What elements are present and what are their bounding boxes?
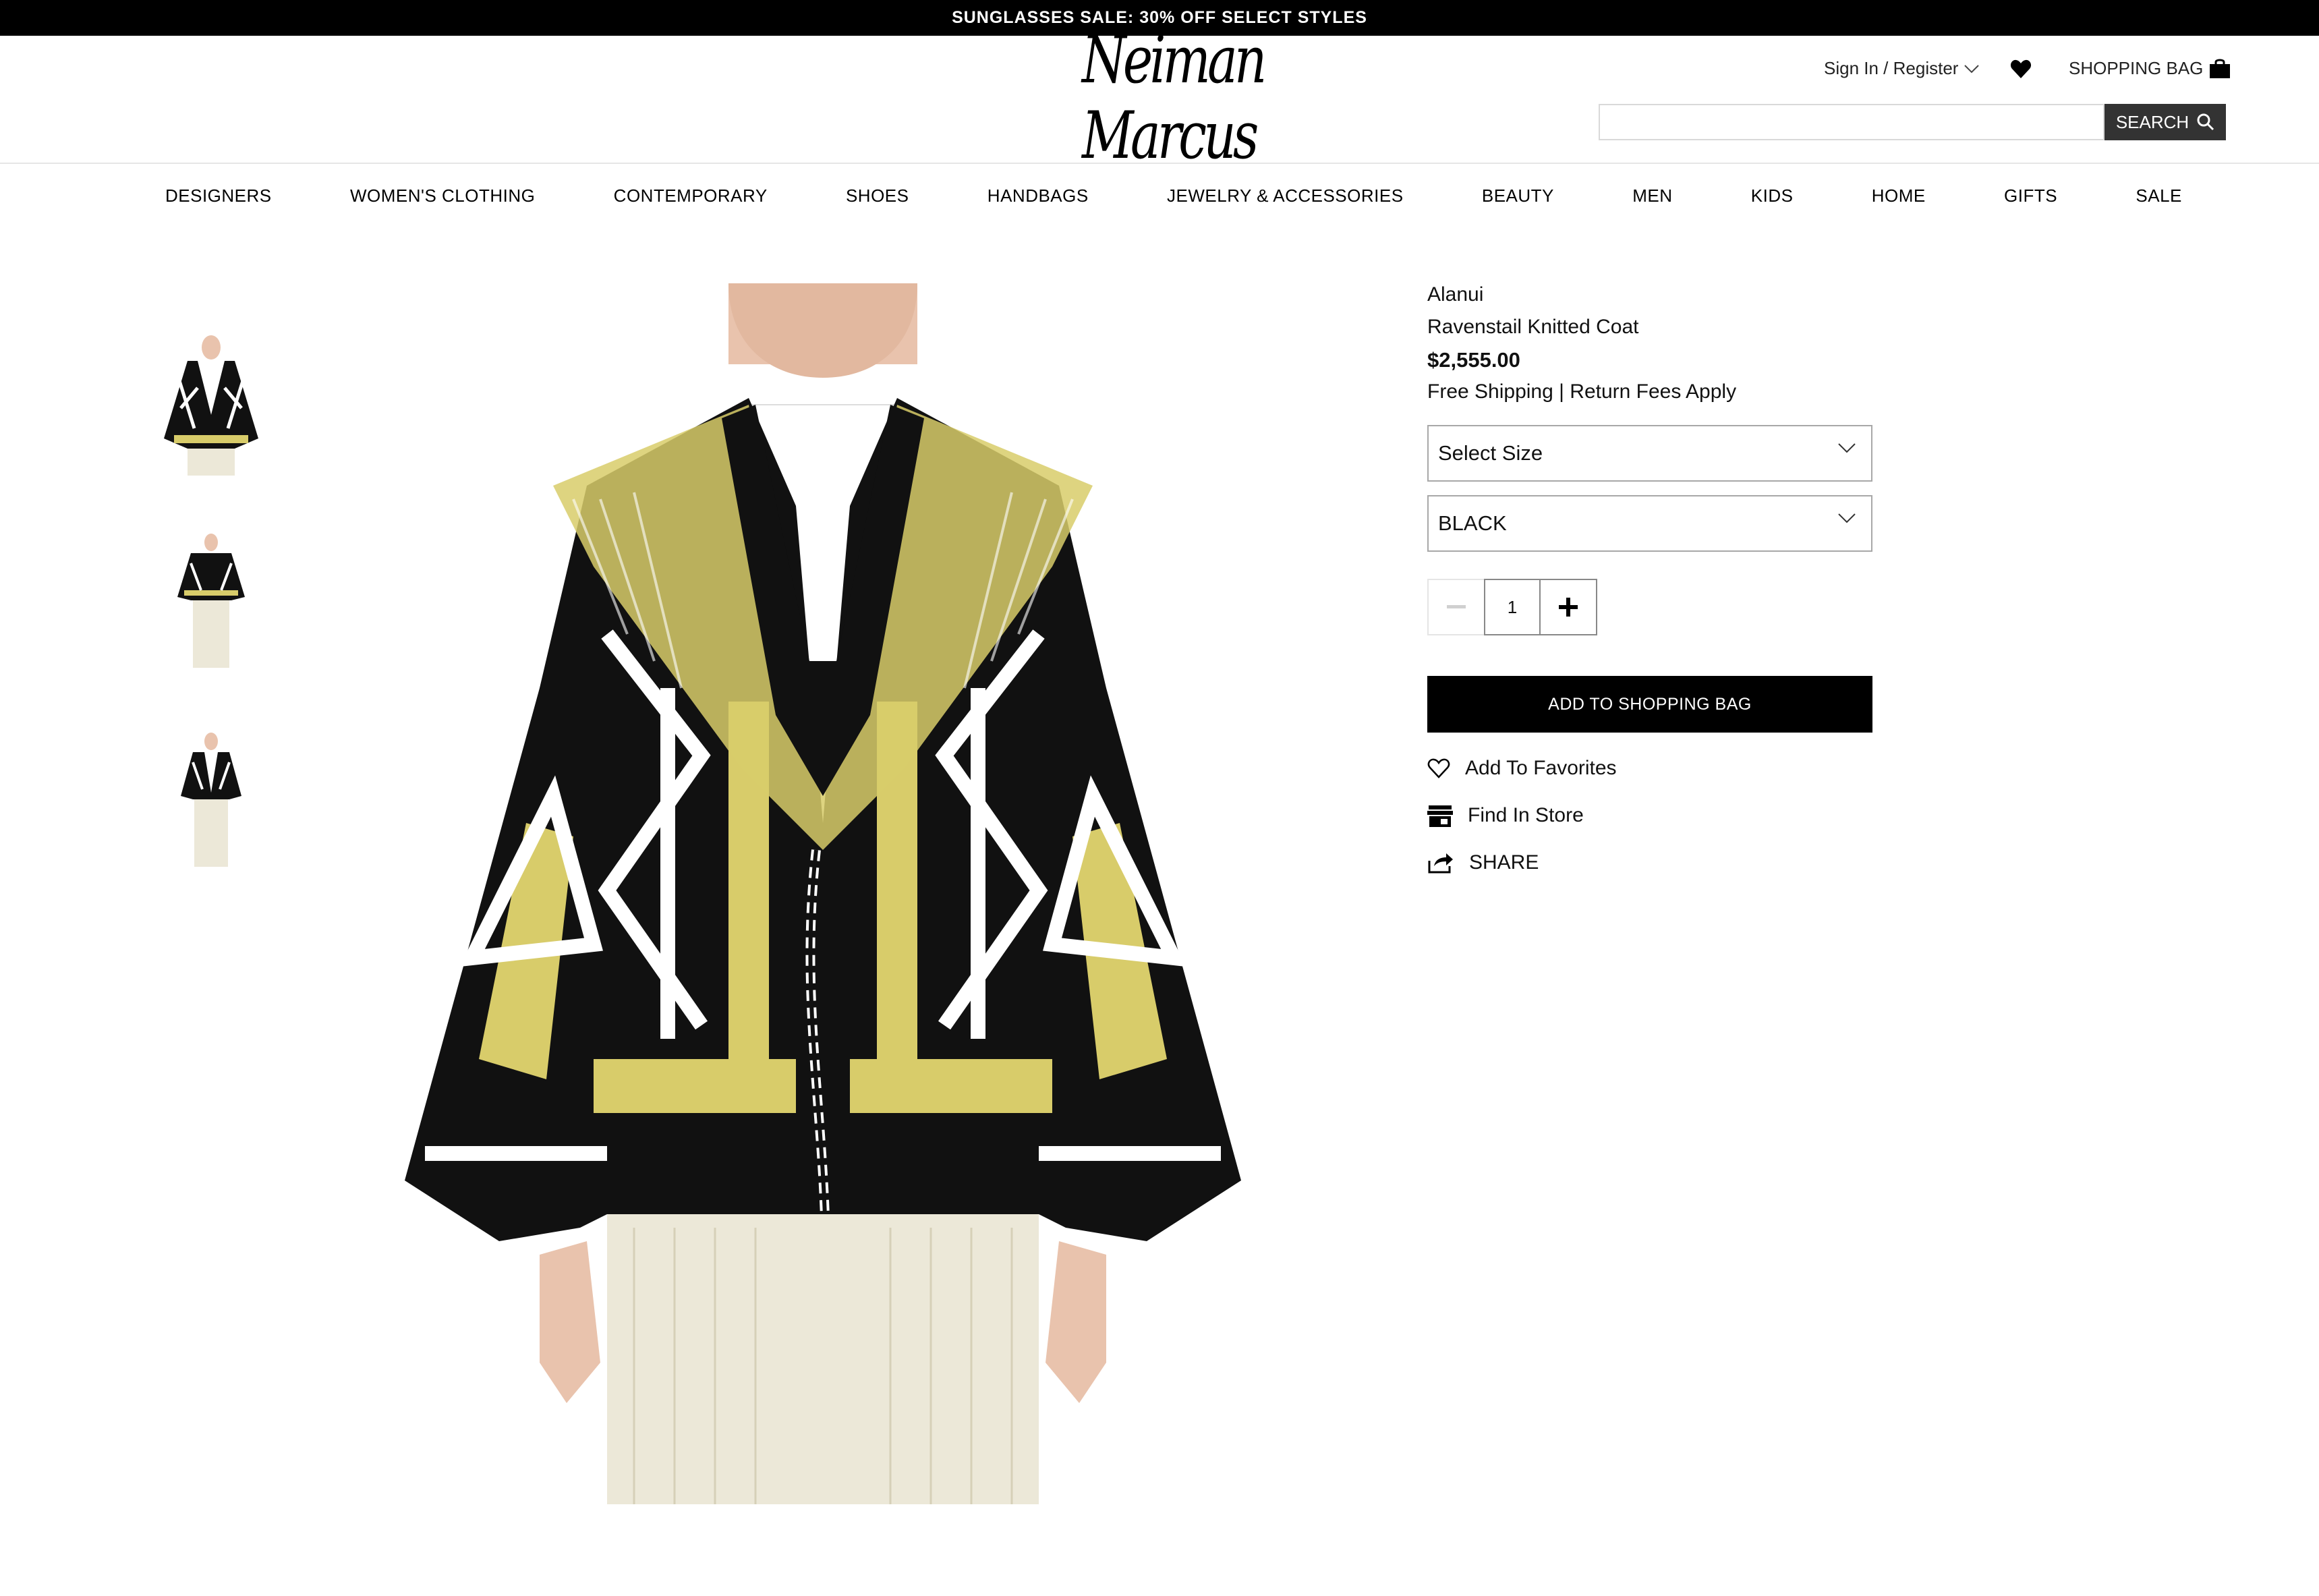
chevron-down-icon <box>1838 513 1856 523</box>
nav-shoes[interactable]: SHOES <box>846 186 909 206</box>
main-navigation: DESIGNERS WOMEN'S CLOTHING CONTEMPORARY … <box>165 182 2182 209</box>
logo-text: Neiman Marcus <box>1082 22 1267 173</box>
header-divider <box>0 163 2319 164</box>
search-button[interactable]: SEARCH <box>2105 104 2226 140</box>
search-button-label: SEARCH <box>2115 111 2189 132</box>
quantity-stepper: 1 <box>1427 579 1597 635</box>
heart-outline-icon <box>1427 758 1450 778</box>
product-brand[interactable]: Alanui <box>1427 283 1483 306</box>
size-select-value: Select Size <box>1438 441 1543 465</box>
plus-icon <box>1559 598 1578 617</box>
color-select[interactable]: BLACK <box>1427 495 1872 552</box>
add-to-favorites-link[interactable]: Add To Favorites <box>1427 757 1617 780</box>
site-logo[interactable]: Neiman Marcus <box>1082 22 1292 173</box>
search-input[interactable] <box>1599 104 2105 140</box>
sign-in-link[interactable]: Sign In / Register <box>1824 58 1980 79</box>
return-fees-text: Return Fees Apply <box>1570 380 1737 403</box>
shipping-info: Free Shipping | Return Fees Apply <box>1427 380 1736 403</box>
quantity-decrement-button[interactable] <box>1427 579 1484 635</box>
add-to-bag-label: ADD TO SHOPPING BAG <box>1548 694 1752 714</box>
product-price: $2,555.00 <box>1427 348 1520 372</box>
free-shipping-text: Free Shipping <box>1427 380 1553 403</box>
nav-men[interactable]: MEN <box>1632 186 1672 206</box>
nav-gifts[interactable]: GIFTS <box>2004 186 2057 206</box>
minus-icon <box>1447 605 1466 608</box>
nav-home[interactable]: HOME <box>1872 186 1926 206</box>
add-to-favorites-label: Add To Favorites <box>1465 757 1617 779</box>
thumbnail-image <box>181 733 241 867</box>
nav-handbags[interactable]: HANDBAGS <box>987 186 1089 206</box>
thumbnail-image <box>177 534 245 668</box>
store-icon <box>1427 805 1453 827</box>
product-thumbnail-2[interactable] <box>157 533 265 675</box>
thumbnail-image <box>164 335 258 476</box>
find-in-store-label: Find In Store <box>1468 804 1584 826</box>
product-name: Ravenstail Knitted Coat <box>1427 316 1639 338</box>
chevron-down-icon <box>1838 443 1856 453</box>
favorites-heart-icon[interactable] <box>2010 59 2032 80</box>
share-label: SHARE <box>1469 851 1539 874</box>
nav-jewelry-accessories[interactable]: JEWELRY & ACCESSORIES <box>1167 186 1404 206</box>
nav-womens-clothing[interactable]: WOMEN'S CLOTHING <box>350 186 535 206</box>
share-link[interactable]: SHARE <box>1427 851 1539 874</box>
nav-kids[interactable]: KIDS <box>1751 186 1794 206</box>
main-product-image[interactable] <box>351 283 1295 1504</box>
sign-in-label: Sign In / Register <box>1824 58 1959 78</box>
add-to-bag-button[interactable]: ADD TO SHOPPING BAG <box>1427 676 1872 733</box>
size-select[interactable]: Select Size <box>1427 425 1872 482</box>
share-icon <box>1428 853 1453 874</box>
shopping-bag-link[interactable]: SHOPPING BAG <box>2069 58 2231 79</box>
nav-designers[interactable]: DESIGNERS <box>165 186 272 206</box>
search-icon <box>2197 113 2214 131</box>
find-in-store-link[interactable]: Find In Store <box>1427 804 1584 827</box>
chevron-down-icon <box>1964 64 1980 73</box>
quantity-increment-button[interactable] <box>1541 579 1597 635</box>
shopping-bag-icon <box>2210 59 2231 78</box>
color-select-value: BLACK <box>1438 511 1507 535</box>
separator: | <box>1559 380 1570 403</box>
nav-beauty[interactable]: BEAUTY <box>1482 186 1554 206</box>
shopping-bag-label: SHOPPING BAG <box>2069 58 2204 78</box>
nav-contemporary[interactable]: CONTEMPORARY <box>614 186 768 206</box>
product-thumbnail-3[interactable] <box>157 732 265 874</box>
quantity-input[interactable]: 1 <box>1484 579 1541 635</box>
nav-sale[interactable]: SALE <box>2136 186 2182 206</box>
product-thumbnail-1[interactable] <box>157 334 265 476</box>
